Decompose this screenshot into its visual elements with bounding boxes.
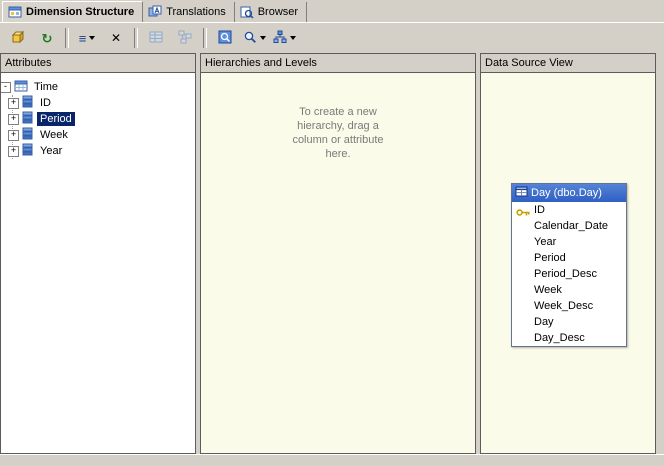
dsv-field-row[interactable]: Period_Desc <box>512 266 626 282</box>
tab-browser[interactable]: Browser <box>234 2 308 22</box>
dsv-field-row[interactable]: Day <box>512 314 626 330</box>
chevron-down-icon <box>89 36 96 40</box>
chevron-down-icon <box>260 36 266 40</box>
toolbar-separator <box>134 28 138 48</box>
dsv-field-row[interactable]: Week_Desc <box>512 298 626 314</box>
designer-toolbar: ↻ ≡ ✕ <box>0 22 664 53</box>
dimension-icon <box>14 79 28 96</box>
tree-node-id[interactable]: ID <box>8 95 195 111</box>
toolbar-separator <box>65 28 69 48</box>
dsv-pane-body[interactable]: Day (dbo.Day) ID Calendar_Date Year Peri… <box>481 73 655 453</box>
toolbar-separator <box>203 28 207 48</box>
bottom-scroll-strip <box>0 454 664 466</box>
dsv-field-row[interactable]: ID <box>512 202 626 218</box>
delete-x-icon: ✕ <box>110 30 122 45</box>
diagram-icon <box>178 30 192 47</box>
dsv-field-name: Day_Desc <box>534 332 585 344</box>
magnifier-icon <box>243 30 257 47</box>
chevron-down-icon <box>290 36 296 40</box>
dsv-table-title: Day (dbo.Day) <box>531 187 602 199</box>
delete-button[interactable]: ✕ <box>102 26 130 50</box>
dsv-field-row[interactable]: Year <box>512 234 626 250</box>
expand-toggle[interactable] <box>8 113 19 125</box>
collapse-toggle[interactable] <box>1 81 11 93</box>
tab-label: Translations <box>166 6 226 18</box>
attribute-icon <box>22 111 34 127</box>
dsv-field-name: Day <box>534 316 554 328</box>
tree-node-label[interactable]: ID <box>37 96 54 110</box>
tree-node-week[interactable]: Week <box>8 127 195 143</box>
dsv-field-name: Week <box>534 284 562 296</box>
tab-translations[interactable]: Translations <box>143 2 235 22</box>
dsv-field-name: Period_Desc <box>534 268 597 280</box>
dsv-field-name: Year <box>534 236 557 248</box>
table-icon <box>515 185 528 201</box>
attribute-icon <box>22 95 34 111</box>
zoom-region-icon <box>218 30 232 47</box>
tree-children: ID Period <box>8 95 195 159</box>
tree-node-label[interactable]: Week <box>37 128 71 142</box>
show-diagram-button[interactable] <box>171 26 199 50</box>
expand-toggle[interactable] <box>8 97 19 109</box>
list-icon: ≡ <box>78 30 87 46</box>
tree-node-label[interactable]: Time <box>31 80 61 94</box>
grid-icon <box>149 30 163 47</box>
attribute-icon <box>22 143 34 159</box>
layout-icon <box>273 30 287 47</box>
dsv-field-name: Calendar_Date <box>534 220 608 232</box>
attributes-pane: Attributes - Time + ID + Period + Week +… <box>0 53 196 454</box>
tree-node-period[interactable]: Period <box>8 111 195 127</box>
hierarchies-pane: Hierarchies and Levels To create a new h… <box>200 53 476 454</box>
designer-panes: Attributes - Time + ID + Period + Week +… <box>0 53 664 454</box>
dsv-field-name: ID <box>534 204 545 216</box>
dsv-field-name: Period <box>534 252 566 264</box>
refresh-icon: ↻ <box>41 30 53 46</box>
attributes-tree: Time ID <box>1 73 195 159</box>
tree-node-label[interactable]: Year <box>37 144 65 158</box>
tree-node-label[interactable]: Period <box>37 112 75 126</box>
dsv-pane-title: Data Source View <box>481 54 655 73</box>
dsv-field-row[interactable]: Calendar_Date <box>512 218 626 234</box>
tab-label: Browser <box>257 6 299 18</box>
dsv-field-row[interactable]: Period <box>512 250 626 266</box>
tab-dimension-structure[interactable]: Dimension Structure <box>2 1 144 22</box>
expand-toggle[interactable] <box>8 129 19 141</box>
dimension-structure-tab-icon <box>8 5 22 19</box>
expand-toggle[interactable] <box>8 145 19 157</box>
attributes-pane-title: Attributes <box>1 54 195 73</box>
dsv-table-header[interactable]: Day (dbo.Day) <box>512 184 626 202</box>
dsv-field-row[interactable]: Week <box>512 282 626 298</box>
hierarchy-drop-hint: To create a new hierarchy, drag a column… <box>292 106 384 160</box>
zoom-dropdown[interactable] <box>240 26 269 50</box>
tree-node-time[interactable]: Time <box>1 79 195 96</box>
browser-tab-icon <box>240 5 254 19</box>
layout-dropdown[interactable] <box>270 26 299 50</box>
tab-label: Dimension Structure <box>26 6 135 18</box>
process-button[interactable] <box>4 26 32 50</box>
dimension-designer-window: Dimension Structure Translations Browser… <box>0 0 664 466</box>
show-grid-button[interactable] <box>142 26 170 50</box>
zoom-region-button[interactable] <box>211 26 239 50</box>
reconnect-button[interactable]: ↻ <box>33 26 61 50</box>
hierarchies-pane-title: Hierarchies and Levels <box>201 54 475 73</box>
data-source-view-pane: Data Source View Day (dbo.Day) ID Calend… <box>480 53 656 454</box>
attributes-pane-body: Time ID <box>1 73 195 453</box>
designer-tabstrip: Dimension Structure Translations Browser <box>0 0 664 22</box>
dsv-table-day[interactable]: Day (dbo.Day) ID Calendar_Date Year Peri… <box>511 183 627 347</box>
dsv-field-row[interactable]: Day_Desc <box>512 330 626 346</box>
tree-node-year[interactable]: Year <box>8 143 195 159</box>
dsv-field-name: Week_Desc <box>534 300 594 312</box>
hierarchies-pane-body[interactable]: To create a new hierarchy, drag a column… <box>201 73 475 453</box>
attribute-icon <box>22 127 34 143</box>
process-cube-icon <box>11 30 25 47</box>
translations-tab-icon <box>148 5 162 19</box>
attribute-view-dropdown[interactable]: ≡ <box>73 26 101 50</box>
